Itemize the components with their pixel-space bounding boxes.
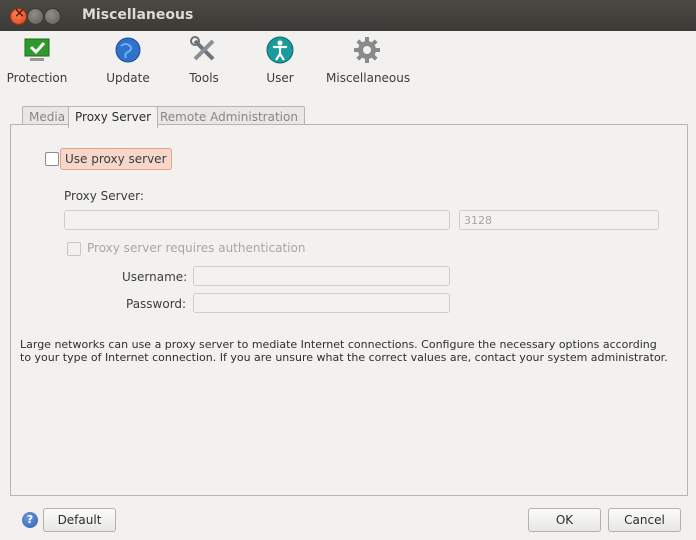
proxy-auth-label: Proxy server requires authentication [87, 241, 306, 255]
maximize-icon[interactable] [44, 8, 61, 25]
toolbar-item-label: User [266, 71, 294, 85]
toolbar-item-miscellaneous[interactable]: Miscellaneous [326, 35, 411, 85]
close-icon[interactable] [10, 6, 27, 25]
proxy-server-input[interactable] [64, 210, 450, 230]
proxy-auth-checkbox[interactable] [67, 242, 81, 256]
username-label: Username: [122, 270, 188, 284]
toolbar-item-user[interactable]: User [260, 35, 300, 85]
username-input[interactable] [193, 266, 450, 286]
toolbar-item-label: Tools [189, 71, 219, 85]
use-proxy-checkbox[interactable] [45, 152, 59, 166]
ok-button[interactable]: OK [528, 508, 601, 532]
default-button[interactable]: Default [43, 508, 116, 532]
gear-icon [354, 37, 380, 63]
proxy-port-input[interactable] [459, 210, 659, 230]
toolbar-item-label: Update [106, 71, 150, 85]
password-input[interactable] [193, 293, 450, 313]
toolbar-item-label: Protection [6, 71, 68, 85]
user-accessibility-icon [266, 36, 294, 64]
toolbar-item-update[interactable]: Update [98, 35, 158, 85]
help-icon[interactable]: ? [22, 512, 38, 528]
cancel-button[interactable]: Cancel [608, 508, 681, 532]
toolbar-item-tools[interactable]: Tools [184, 35, 224, 85]
toolbar: Protection Update Tools User Miscellaneo… [0, 31, 696, 95]
tools-icon [190, 36, 215, 61]
window-title: Miscellaneous [82, 7, 194, 23]
use-proxy-label[interactable]: Use proxy server [60, 148, 172, 170]
globe-icon [115, 37, 141, 63]
password-label: Password: [126, 297, 187, 311]
toolbar-item-protection[interactable]: Protection [0, 35, 74, 85]
proxy-description: Large networks can use a proxy server to… [20, 338, 668, 364]
tab-proxy-server[interactable]: Proxy Server [68, 106, 159, 128]
proxy-server-label: Proxy Server: [64, 189, 144, 203]
minimize-icon[interactable] [27, 8, 44, 25]
monitor-check-icon [24, 38, 50, 61]
toolbar-item-label: Miscellaneous [326, 71, 411, 85]
title-bar: Miscellaneous [0, 0, 696, 32]
